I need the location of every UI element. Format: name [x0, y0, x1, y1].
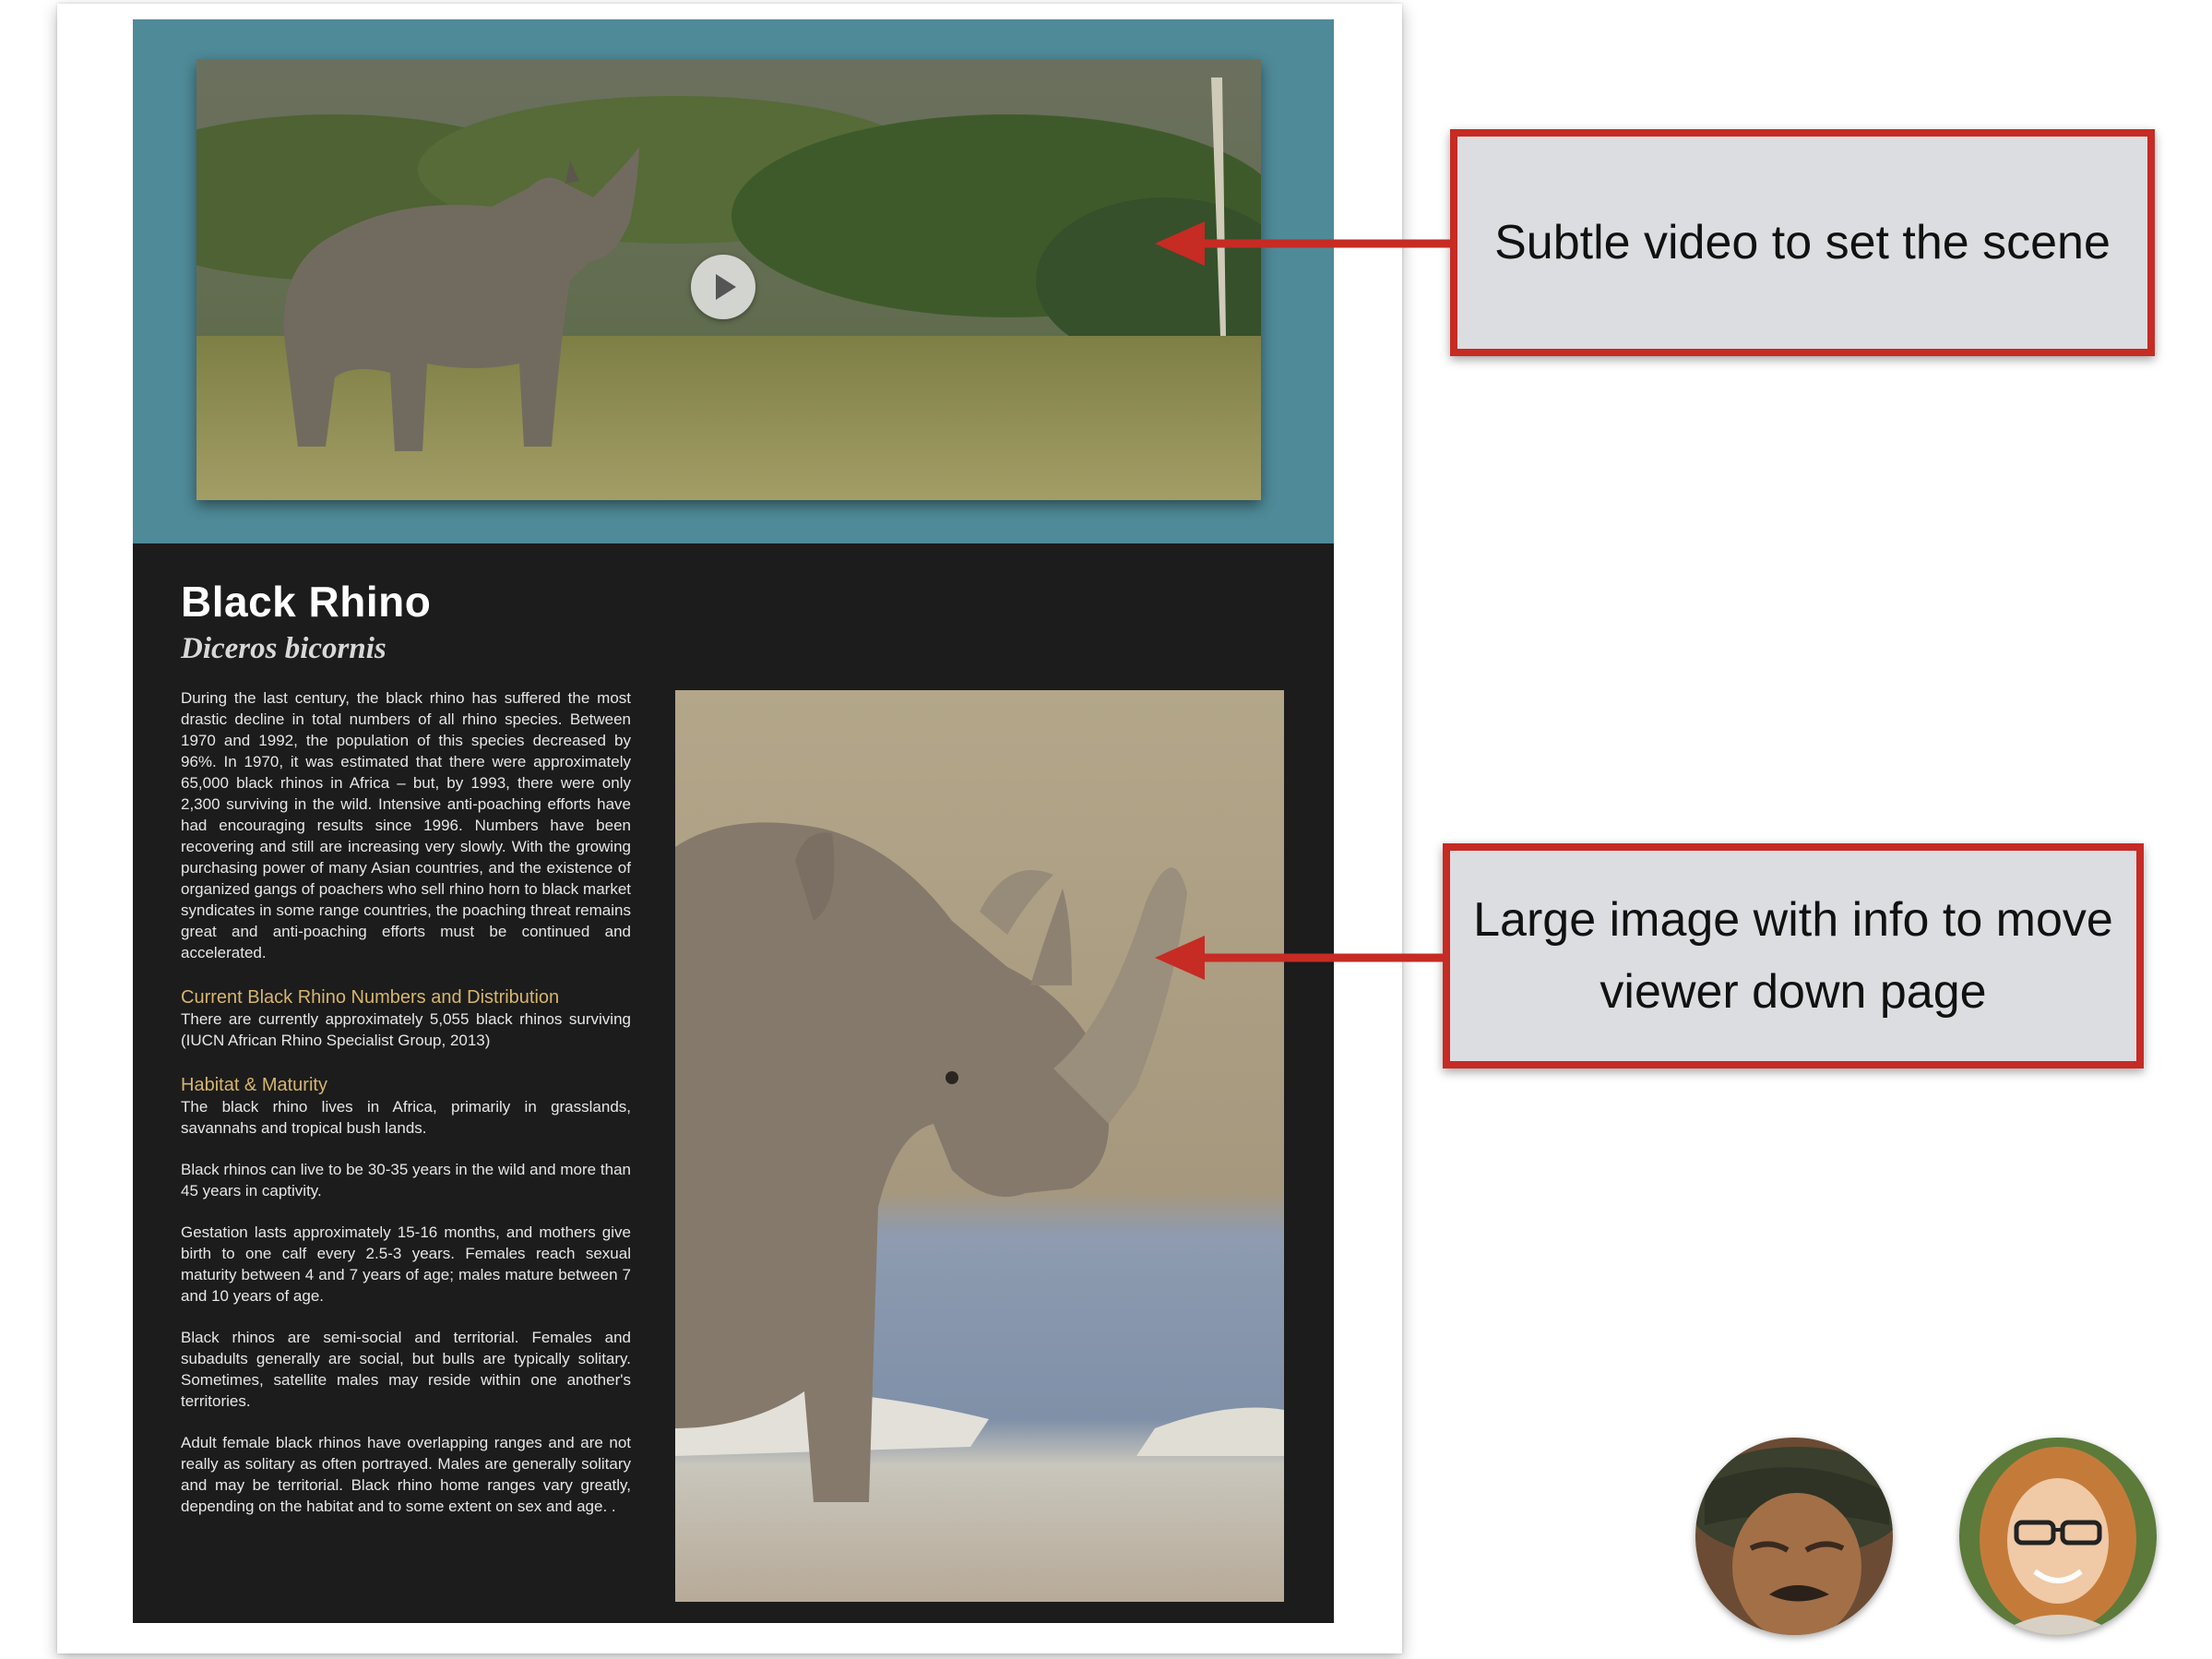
species-content: Black Rhino Diceros bicornis During the … — [133, 543, 1334, 1623]
video-player[interactable] — [196, 59, 1261, 500]
intro-paragraph: During the last century, the black rhino… — [181, 689, 631, 961]
video-callout: Subtle video to set the scene — [1450, 129, 2155, 356]
habitat-heading: Habitat & Maturity — [181, 1075, 327, 1095]
lifespan-paragraph: Black rhinos can live to be 30-35 years … — [181, 1161, 631, 1199]
video-callout-arrow — [1155, 221, 1454, 266]
article-text: During the last century, the black rhino… — [181, 687, 631, 1537]
image-callout: Large image with info to move viewer dow… — [1443, 843, 2144, 1068]
numbers-paragraph: There are currently approximately 5,055 … — [181, 1010, 631, 1049]
video-header-band — [133, 19, 1334, 543]
play-icon — [716, 274, 736, 300]
image-callout-arrow — [1155, 936, 1446, 980]
webpage-mockup: Black Rhino Diceros bicornis During the … — [133, 19, 1334, 1623]
rhino-closeup-image — [675, 690, 1284, 1602]
range-paragraph: Adult female black rhinos have overlappi… — [181, 1434, 631, 1515]
social-paragraph: Black rhinos are semi-social and territo… — [181, 1329, 631, 1410]
page-title: Black Rhino — [181, 578, 432, 626]
numbers-heading: Current Black Rhino Numbers and Distribu… — [181, 987, 560, 1008]
habitat-paragraph: The black rhino lives in Africa, primari… — [181, 1098, 631, 1137]
play-button[interactable] — [691, 255, 755, 319]
scientific-name: Diceros bicornis — [181, 632, 387, 665]
presenter-avatar-1 — [1695, 1438, 1893, 1635]
presenter-avatar-2 — [1959, 1438, 2157, 1635]
gestation-paragraph: Gestation lasts approximately 15-16 mont… — [181, 1223, 631, 1305]
